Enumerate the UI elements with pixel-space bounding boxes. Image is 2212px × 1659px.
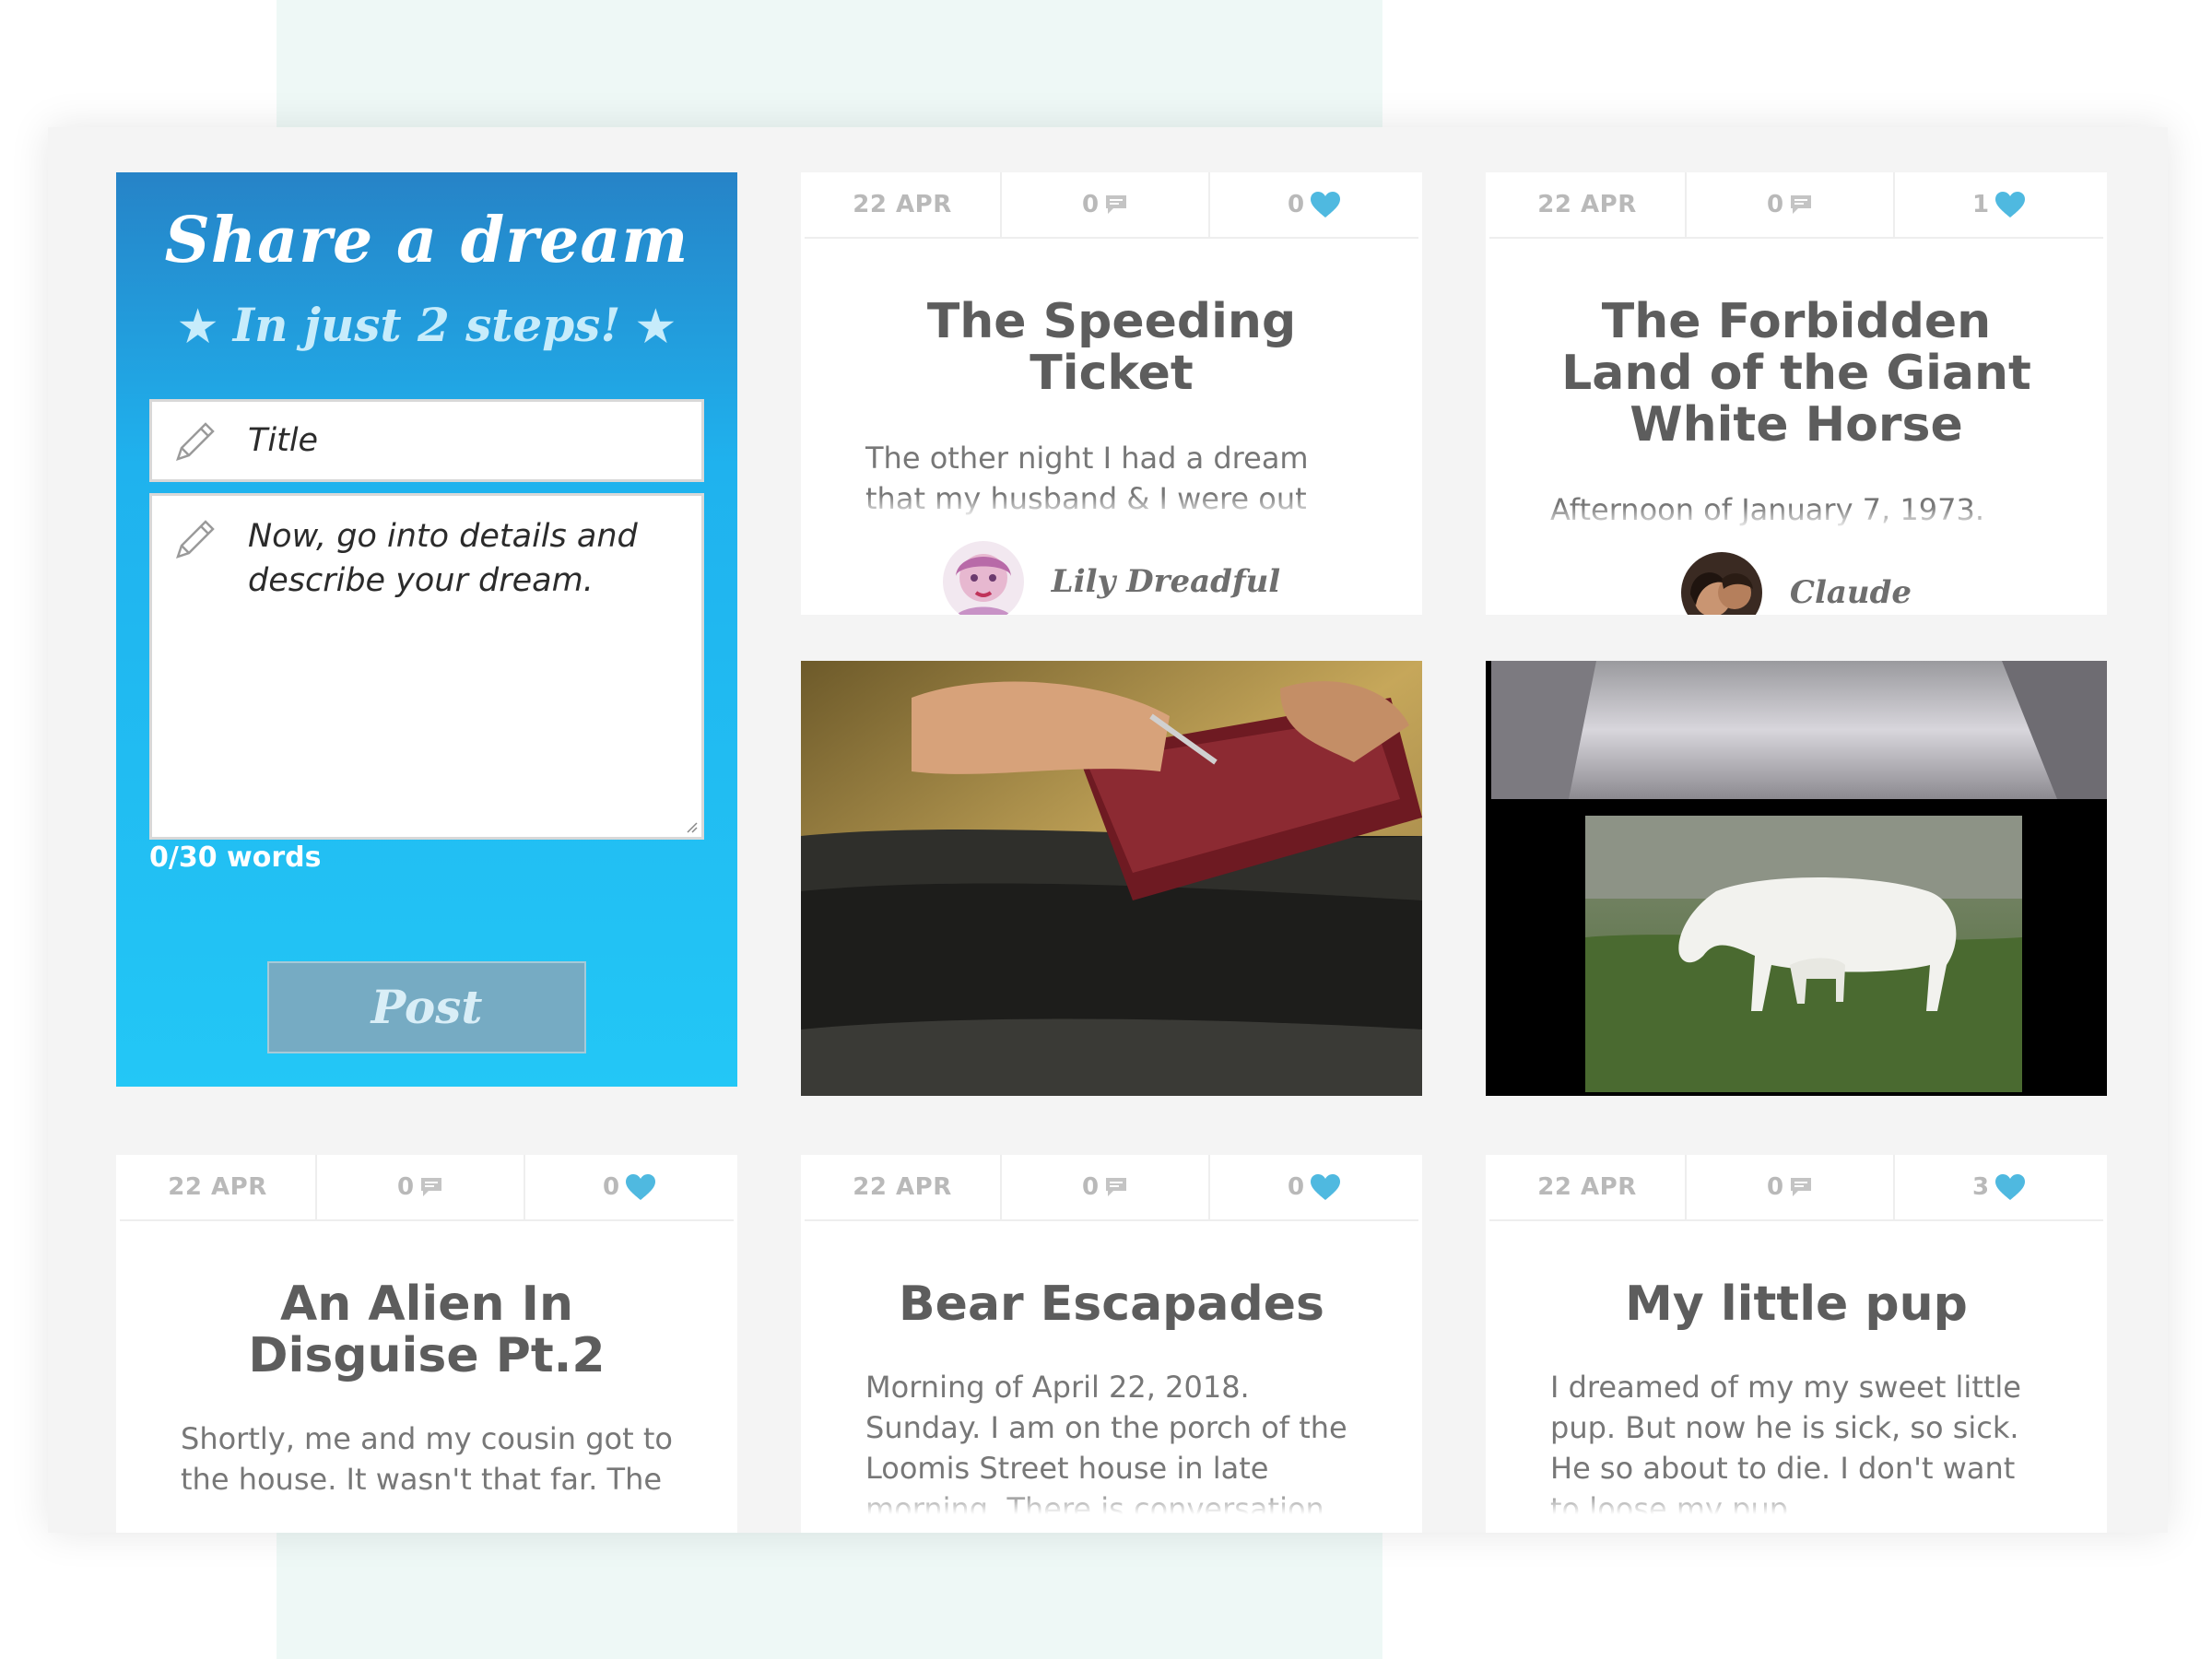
card-author[interactable]: Claude bbox=[1486, 548, 2107, 615]
card-photo[interactable] bbox=[1486, 661, 2107, 1096]
comment-icon bbox=[1106, 195, 1127, 214]
card-meta: 22 APR 0 0 bbox=[805, 172, 1418, 239]
card-excerpt: Morning of April 22, 2018. Sunday. I am … bbox=[865, 1367, 1358, 1514]
comments-count[interactable]: 0 bbox=[1687, 172, 1895, 237]
comments-count-value: 0 bbox=[1081, 191, 1100, 218]
share-subtitle: ★ In just 2 steps! ★ bbox=[116, 298, 737, 352]
title-placeholder: Title bbox=[248, 422, 319, 459]
comments-count-value: 0 bbox=[396, 1173, 415, 1201]
dream-description-textarea[interactable]: Now, go into details and describe your d… bbox=[149, 493, 704, 840]
heart-icon bbox=[1995, 1174, 2026, 1200]
dream-card[interactable]: 22 APR 0 3 My little pup I dreamed of my… bbox=[1486, 1155, 2107, 1533]
dream-card[interactable]: 22 APR 0 1 The Forbidden Land of the Gia… bbox=[1486, 172, 2107, 615]
likes-count[interactable]: 3 bbox=[1895, 1155, 2103, 1219]
dream-feed: Share a dream ★ In just 2 steps! ★ Title… bbox=[48, 127, 2168, 1533]
card-title[interactable]: My little pup bbox=[1486, 1278, 2107, 1330]
word-count: 0/30 words bbox=[149, 841, 322, 874]
author-name: Lily Dreadful bbox=[1051, 563, 1281, 600]
card-excerpt: I dreamed of my my sweet little pup. But… bbox=[1550, 1367, 2042, 1514]
heart-icon bbox=[1995, 192, 2026, 218]
likes-count-value: 1 bbox=[1971, 191, 1990, 218]
card-date: 22 APR bbox=[1489, 1155, 1687, 1219]
likes-count[interactable]: 1 bbox=[1895, 172, 2103, 237]
likes-count-value: 3 bbox=[1971, 1173, 1990, 1201]
card-title[interactable]: The Forbidden Land of the Giant White Ho… bbox=[1486, 296, 2107, 451]
likes-count-value: 0 bbox=[1287, 191, 1305, 218]
card-title[interactable]: The Speeding Ticket bbox=[801, 296, 1422, 399]
comments-count-value: 0 bbox=[1766, 1173, 1784, 1201]
card-excerpt: Afternoon of January 7, 1973. bbox=[1550, 489, 2042, 530]
card-excerpt: Shortly, me and my cousin got to the hou… bbox=[181, 1418, 673, 1511]
share-dream-panel: Share a dream ★ In just 2 steps! ★ Title… bbox=[116, 172, 737, 1087]
likes-count[interactable]: 0 bbox=[525, 1155, 734, 1219]
share-title: Share a dream bbox=[164, 204, 689, 277]
comments-count[interactable]: 0 bbox=[1687, 1155, 1895, 1219]
card-meta: 22 APR 0 0 bbox=[805, 1155, 1418, 1221]
likes-count[interactable]: 0 bbox=[1210, 172, 1418, 237]
card-date: 22 APR bbox=[805, 1155, 1002, 1219]
card-meta: 22 APR 0 3 bbox=[1489, 1155, 2103, 1221]
comment-icon bbox=[1106, 1178, 1127, 1196]
card-author[interactable]: Lily Dreadful bbox=[801, 537, 1422, 615]
comments-count[interactable]: 0 bbox=[1002, 172, 1210, 237]
pencil-icon bbox=[176, 520, 215, 559]
pencil-icon bbox=[176, 422, 215, 461]
description-placeholder: Now, go into details and describe your d… bbox=[248, 518, 638, 599]
comments-count[interactable]: 0 bbox=[1002, 1155, 1210, 1219]
comments-count-value: 0 bbox=[1766, 191, 1784, 218]
likes-count-value: 0 bbox=[1287, 1173, 1305, 1201]
card-title[interactable]: An Alien In Disguise Pt.2 bbox=[116, 1278, 737, 1382]
resize-handle-icon[interactable] bbox=[683, 818, 698, 833]
dream-card[interactable]: 22 APR 0 0 The Speeding Ticket The other… bbox=[801, 172, 1422, 615]
author-avatar bbox=[1680, 552, 1762, 615]
likes-count-value: 0 bbox=[602, 1173, 620, 1201]
card-excerpt: The other night I had a dream that my hu… bbox=[865, 438, 1358, 519]
share-subtitle-text: In just 2 steps! bbox=[232, 298, 621, 352]
dream-title-input[interactable]: Title bbox=[149, 399, 704, 482]
card-date: 22 APR bbox=[1489, 172, 1687, 237]
heart-icon bbox=[1311, 1174, 1341, 1200]
comments-count-value: 0 bbox=[1081, 1173, 1100, 1201]
card-meta: 22 APR 0 1 bbox=[1489, 172, 2103, 239]
comments-count[interactable]: 0 bbox=[317, 1155, 525, 1219]
card-meta: 22 APR 0 0 bbox=[120, 1155, 734, 1221]
comment-icon bbox=[1791, 195, 1812, 214]
author-avatar bbox=[942, 541, 1024, 615]
dream-card[interactable]: 22 APR 0 0 Bear Escapades Morning of Apr… bbox=[801, 1155, 1422, 1533]
star-icon: ★ bbox=[636, 301, 675, 351]
dream-card[interactable]: 22 APR 0 0 An Alien In Disguise Pt.2 Sho… bbox=[116, 1155, 737, 1533]
post-button[interactable]: Post bbox=[267, 961, 586, 1053]
likes-count[interactable]: 0 bbox=[1210, 1155, 1418, 1219]
comment-icon bbox=[421, 1178, 442, 1196]
card-photo[interactable] bbox=[801, 661, 1422, 1096]
author-name: Claude bbox=[1789, 574, 1912, 611]
star-icon: ★ bbox=[179, 301, 218, 351]
heart-icon bbox=[1311, 192, 1341, 218]
card-date: 22 APR bbox=[805, 172, 1002, 237]
comment-icon bbox=[1791, 1178, 1812, 1196]
card-title[interactable]: Bear Escapades bbox=[801, 1278, 1422, 1330]
card-date: 22 APR bbox=[120, 1155, 317, 1219]
heart-icon bbox=[626, 1174, 656, 1200]
